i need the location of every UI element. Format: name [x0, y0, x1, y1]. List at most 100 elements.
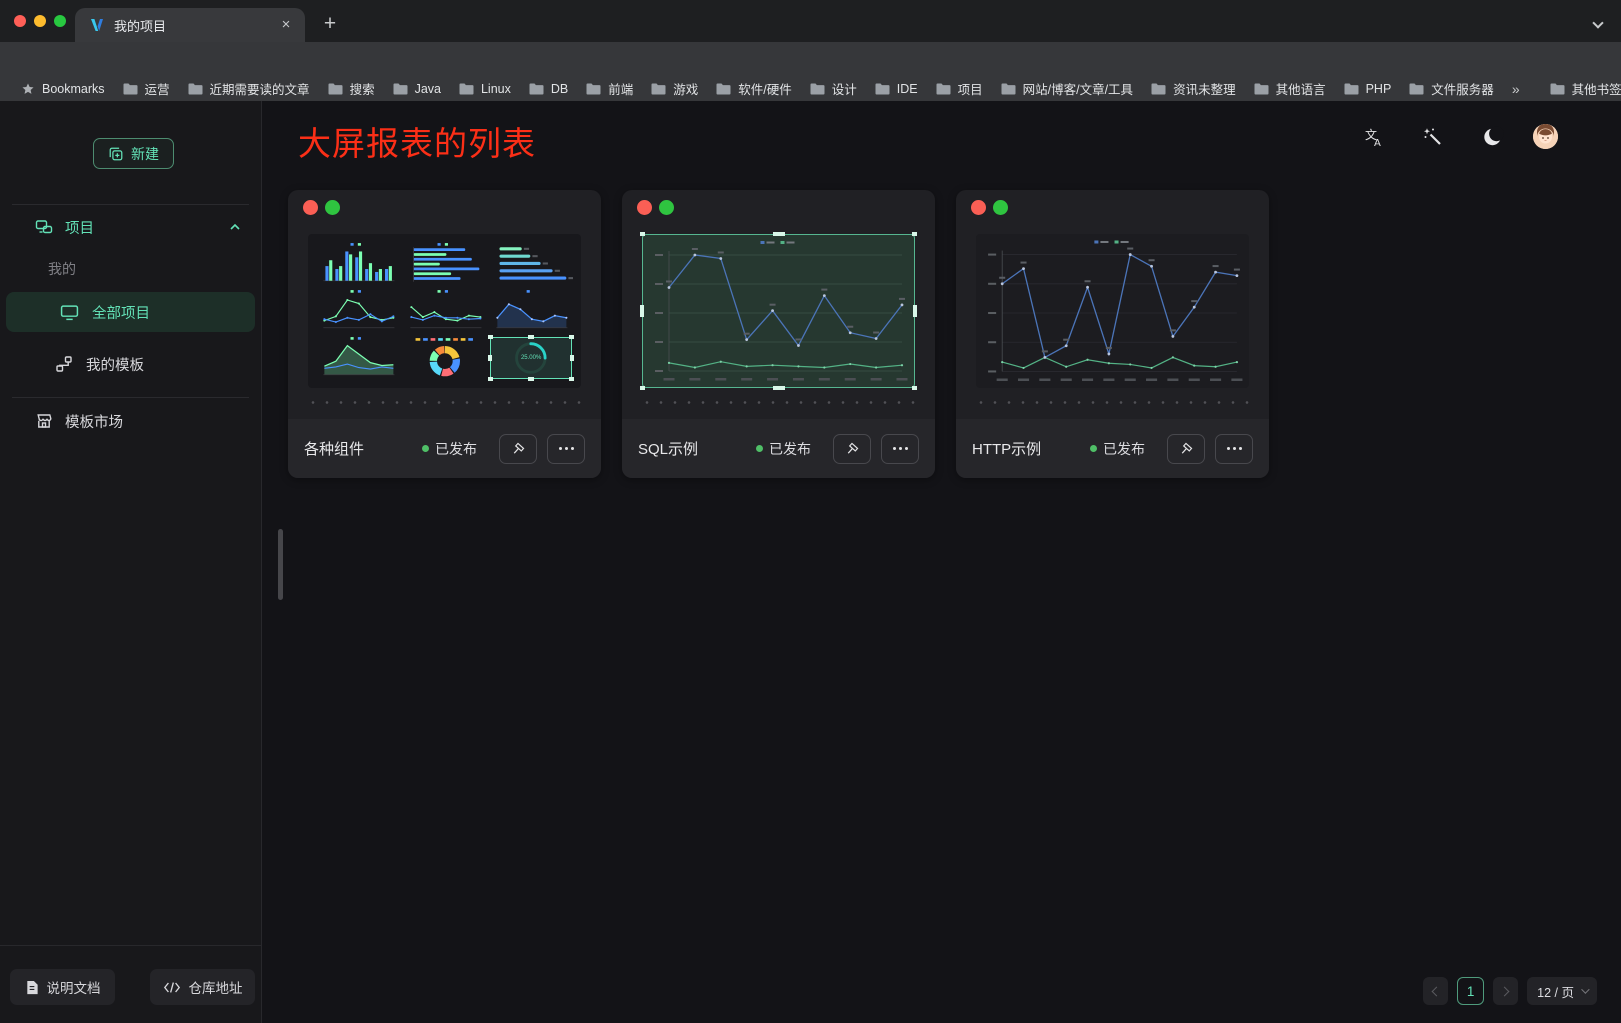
selection-handle[interactable]	[569, 335, 574, 339]
edit-hammer-button[interactable]	[833, 434, 871, 464]
card-preview-thumbnail[interactable]	[642, 234, 915, 388]
chevron-up-icon[interactable]	[229, 221, 241, 233]
sidebar-item-template-market[interactable]: 模板市场	[0, 403, 261, 439]
scrollbar-thumb[interactable]	[278, 529, 283, 600]
bookmark-folder[interactable]: 运营	[116, 77, 177, 100]
bookmark-folder[interactable]: 软件/硬件	[709, 77, 798, 100]
pagination: 1 12 / 页	[1423, 977, 1597, 1005]
project-card[interactable]: SQL示例 已发布	[622, 190, 935, 478]
dark-mode-moon-icon[interactable]	[1481, 125, 1505, 149]
bookmark-folder[interactable]: IDE	[868, 80, 925, 98]
bookmark-folder[interactable]: 游戏	[644, 77, 705, 100]
sidebar-group-label: 项目	[65, 217, 94, 238]
project-name: 各种组件	[304, 438, 364, 459]
selection-handle[interactable]	[569, 377, 574, 381]
bookmark-folder[interactable]: 资讯未整理	[1144, 77, 1243, 100]
next-page-button[interactable]	[1493, 977, 1518, 1005]
more-options-button[interactable]	[1215, 434, 1253, 464]
other-bookmarks-folder[interactable]: 其他书签	[1543, 77, 1621, 100]
window-zoom-button[interactable]	[54, 15, 66, 27]
tab-close-icon[interactable]: ×	[277, 16, 295, 34]
edit-hammer-button[interactable]	[1167, 434, 1205, 464]
card-preview-thumbnail[interactable]: 25.00%	[308, 234, 581, 388]
more-options-button[interactable]	[547, 434, 585, 464]
sidebar: 新建 项目 我的	[0, 101, 262, 1023]
selection-handle[interactable]	[640, 386, 645, 390]
sidebar-item-all-projects[interactable]: 全部项目	[6, 292, 255, 332]
docs-button[interactable]: 说明文档	[10, 969, 115, 1005]
status-dot	[756, 445, 763, 452]
ellipsis-icon	[1227, 447, 1242, 450]
selection-handle[interactable]	[488, 377, 493, 381]
bookmark-folder[interactable]: 其他语言	[1247, 77, 1333, 100]
selection-handle[interactable]	[912, 232, 917, 236]
tab-search-chevron-icon[interactable]	[1594, 14, 1610, 30]
selection-handle[interactable]	[640, 232, 645, 236]
bookmark-folder[interactable]: PHP	[1337, 80, 1399, 98]
selection-handle[interactable]	[640, 305, 644, 317]
tab-title: 我的项目	[114, 16, 277, 35]
mini-chart-area	[489, 289, 573, 333]
more-options-button[interactable]	[881, 434, 919, 464]
edit-hammer-button[interactable]	[499, 434, 537, 464]
selection-handle[interactable]	[488, 355, 492, 361]
language-toggle-icon[interactable]: 文 A	[1361, 125, 1385, 149]
bookmark-folder[interactable]: 文件服务器	[1402, 77, 1501, 100]
repo-button[interactable]: 仓库地址	[150, 969, 255, 1005]
bookmark-folder[interactable]: DB	[522, 80, 575, 98]
sidebar-item-label: 我的模板	[86, 354, 144, 375]
bookmark-folder[interactable]: 近期需要读的文章	[181, 77, 317, 100]
bookmarks-bar: Bookmarks运营近期需要读的文章搜索JavaLinuxDB前端游戏软件/硬…	[0, 76, 1621, 101]
new-tab-button[interactable]: +	[316, 11, 344, 39]
hammer-icon	[843, 440, 861, 458]
screenshot-root: 我的项目 × + 127.0.0.1:3000/#/project/items	[0, 0, 1621, 1023]
card-green-dot	[659, 200, 674, 215]
bookmark-folder[interactable]: 前端	[579, 77, 640, 100]
new-project-button[interactable]: 新建	[93, 138, 174, 169]
selection-handle[interactable]	[528, 335, 534, 339]
selection-handle[interactable]	[773, 386, 785, 390]
repo-button-label: 仓库地址	[189, 977, 243, 997]
prev-page-button[interactable]	[1423, 977, 1448, 1005]
selection-handle[interactable]	[570, 355, 574, 361]
bookmarks-overflow-chevron[interactable]: »	[1505, 79, 1527, 99]
bookmark-folder[interactable]: 网站/博客/文章/工具	[994, 77, 1140, 100]
bookmark-folder[interactable]: Java	[386, 80, 448, 98]
bookmark-folder[interactable]: 搜索	[321, 77, 382, 100]
bookmarks-manager-item[interactable]: Bookmarks	[14, 80, 112, 98]
mini-chart-bars	[316, 242, 400, 286]
card-footer: HTTP示例 已发布	[956, 419, 1269, 478]
bookmark-folder[interactable]: 设计	[803, 77, 864, 100]
sidebar-group-project[interactable]: 项目	[0, 212, 261, 242]
card-red-dot	[637, 200, 652, 215]
bookmark-folder[interactable]: Linux	[452, 80, 518, 98]
current-page-button[interactable]: 1	[1457, 977, 1484, 1005]
page-size-select[interactable]: 12 / 页	[1527, 977, 1597, 1005]
docs-button-label: 说明文档	[47, 977, 101, 997]
card-footer: 各种组件 已发布	[288, 419, 601, 478]
window-close-button[interactable]	[14, 15, 26, 27]
chevron-down-icon	[1581, 985, 1589, 993]
project-card[interactable]: 25.00% 各种组件 已发布	[288, 190, 601, 478]
card-green-dot	[325, 200, 340, 215]
sidebar-item-my-templates[interactable]: 我的模板	[0, 344, 261, 384]
copy-plus-icon	[108, 146, 124, 162]
selection-handle[interactable]	[912, 386, 917, 390]
selection-handle[interactable]	[528, 377, 534, 381]
browser-tab-active[interactable]: 我的项目 ×	[75, 8, 305, 42]
project-name: SQL示例	[638, 438, 698, 459]
project-name: HTTP示例	[972, 438, 1041, 459]
selection-handle[interactable]	[913, 305, 917, 317]
mini-chart-lines	[403, 289, 487, 333]
magic-wand-icon[interactable]	[1421, 125, 1445, 149]
card-preview-thumbnail[interactable]	[976, 234, 1249, 388]
app-root: 新建 项目 我的	[0, 101, 1621, 1023]
project-card[interactable]: HTTP示例 已发布	[956, 190, 1269, 478]
user-avatar[interactable]	[1533, 124, 1558, 149]
selection-handle[interactable]	[773, 232, 785, 236]
status-badge: 已发布	[422, 439, 477, 459]
window-minimize-button[interactable]	[34, 15, 46, 27]
selection-handle[interactable]	[488, 335, 493, 339]
bookmark-folder[interactable]: 项目	[929, 77, 990, 100]
document-icon	[25, 980, 39, 995]
